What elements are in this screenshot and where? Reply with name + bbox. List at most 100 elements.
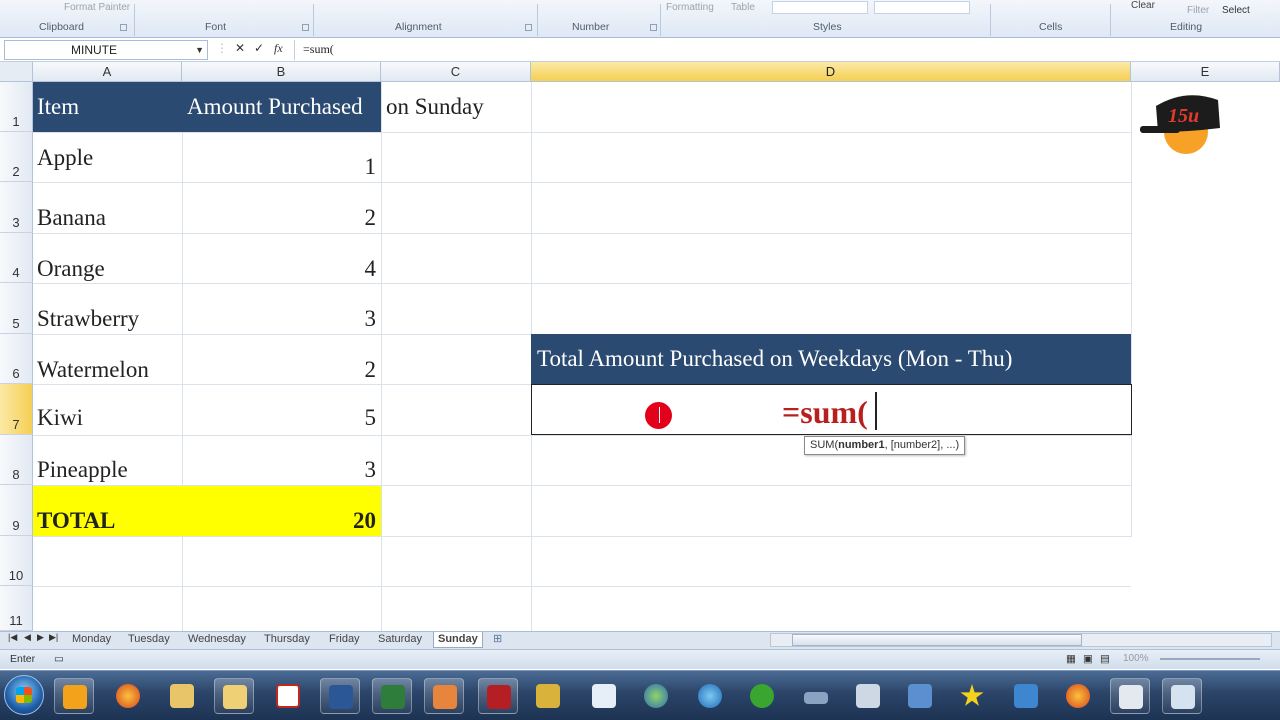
taskbar-folder-icon[interactable] <box>162 678 202 714</box>
sheet-tab-friday[interactable]: Friday <box>325 632 364 648</box>
row-header-7[interactable]: 7 <box>0 384 33 435</box>
column-header-a[interactable]: A <box>33 62 182 82</box>
item-amount-cell[interactable]: 5 <box>186 405 377 431</box>
clear-button[interactable]: Clear <box>1131 0 1155 11</box>
first-sheet-icon[interactable]: |◀ <box>8 632 17 643</box>
page-layout-icon[interactable]: ▣ <box>1083 653 1093 665</box>
taskbar-word-icon[interactable] <box>320 678 360 714</box>
item-name-cell[interactable]: Pineapple <box>37 457 128 483</box>
row-header-4[interactable]: 4 <box>0 233 33 283</box>
column-header-e[interactable]: E <box>1131 62 1280 82</box>
taskbar-network-icon[interactable] <box>636 678 676 714</box>
row-header-9[interactable]: 9 <box>0 485 33 536</box>
item-amount-cell[interactable]: 3 <box>186 306 377 332</box>
insert-sheet-icon[interactable]: ⊞ <box>493 632 502 645</box>
taskbar-lock-icon[interactable] <box>528 678 568 714</box>
taskbar-media-icon[interactable] <box>424 678 464 714</box>
conditional-formatting-button[interactable]: Formatting <box>666 2 714 13</box>
zoom-slider[interactable] <box>1160 658 1260 660</box>
taskbar-computer-icon[interactable] <box>900 678 940 714</box>
row-header-1[interactable]: 1 <box>0 82 33 132</box>
normal-view-icon[interactable]: ▦ <box>1066 653 1076 665</box>
page-break-icon[interactable]: ▤ <box>1100 653 1110 665</box>
name-box[interactable]: MINUTE ▼ <box>4 40 208 60</box>
row-header-10[interactable]: 10 <box>0 536 33 586</box>
sheet-tab-saturday[interactable]: Saturday <box>374 632 426 648</box>
function-tooltip[interactable]: SUM(number1, [number2], ...) <box>804 436 966 455</box>
item-amount-cell[interactable]: 3 <box>186 457 377 483</box>
insert-function-icon[interactable]: fx <box>274 41 283 56</box>
next-sheet-icon[interactable]: ▶ <box>37 632 44 643</box>
taskbar-firefox-icon[interactable] <box>108 678 148 714</box>
row-header-6[interactable]: 6 <box>0 334 33 384</box>
header-item-cell[interactable]: Item <box>37 94 79 120</box>
formula-input[interactable]: =sum( <box>294 40 1276 60</box>
format-as-table-button[interactable]: Table <box>731 2 755 13</box>
total-value-cell[interactable]: 20 <box>186 508 376 534</box>
taskbar-star-icon[interactable] <box>952 678 992 714</box>
font-launcher-icon[interactable] <box>302 24 309 31</box>
total-label-cell[interactable]: TOTAL <box>37 508 115 534</box>
last-sheet-icon[interactable]: ▶| <box>49 632 58 643</box>
column-header-b[interactable]: B <box>182 62 381 82</box>
item-amount-cell[interactable]: 4 <box>186 256 377 282</box>
zoom-level[interactable]: 100% <box>1123 653 1149 664</box>
cell-style-gallery-1[interactable] <box>772 1 868 14</box>
row-header-5[interactable]: 5 <box>0 283 33 334</box>
item-name-cell[interactable]: Banana <box>37 205 106 231</box>
row-header-11[interactable]: 11 <box>0 586 33 631</box>
sheet-tab-sunday[interactable]: Sunday <box>433 632 483 648</box>
taskbar-recycle-icon[interactable] <box>848 678 888 714</box>
taskbar-window-icon[interactable] <box>1110 678 1150 714</box>
item-name-cell[interactable]: Apple <box>37 145 93 171</box>
horizontal-scroll-thumb[interactable] <box>792 634 1082 646</box>
item-name-cell[interactable]: Orange <box>37 256 105 282</box>
taskbar-drive-icon[interactable] <box>796 678 836 714</box>
cell-c1[interactable]: on Sunday <box>386 94 484 120</box>
header-amount-cell[interactable]: Amount Purchased <box>187 94 363 120</box>
cancel-icon[interactable]: ✕ <box>235 41 245 55</box>
row-header-8[interactable]: 8 <box>0 435 33 485</box>
taskbar-firefox2-icon[interactable] <box>1058 678 1098 714</box>
taskbar-outlook-icon[interactable] <box>54 678 94 714</box>
taskbar-monitor-icon[interactable] <box>1006 678 1046 714</box>
item-name-cell[interactable]: Watermelon <box>37 357 149 383</box>
item-amount-cell[interactable]: 2 <box>186 205 377 231</box>
sheet-tab-wednesday[interactable]: Wednesday <box>184 632 250 648</box>
item-name-cell[interactable]: Kiwi <box>37 405 83 431</box>
column-header-d[interactable]: D <box>531 62 1131 82</box>
macro-record-icon[interactable]: ▭ <box>54 653 64 665</box>
clipboard-launcher-icon[interactable] <box>120 24 127 31</box>
column-header-c[interactable]: C <box>381 62 531 82</box>
enter-icon[interactable]: ✓ <box>254 41 264 55</box>
format-painter-button[interactable]: Format Painter <box>64 2 130 13</box>
taskbar-remote2-icon[interactable] <box>1162 678 1202 714</box>
prev-sheet-icon[interactable]: ◀ <box>24 632 31 643</box>
sheet-tab-thursday[interactable]: Thursday <box>260 632 314 648</box>
item-amount-cell[interactable]: 2 <box>186 357 377 383</box>
item-name-cell[interactable]: Strawberry <box>37 306 139 332</box>
number-launcher-icon[interactable] <box>650 24 657 31</box>
start-button[interactable] <box>4 675 44 715</box>
taskbar-recorder-icon[interactable] <box>478 678 518 714</box>
row-header-2[interactable]: 2 <box>0 132 33 182</box>
taskbar-excel-icon[interactable] <box>372 678 412 714</box>
taskbar-ie-icon[interactable] <box>690 678 730 714</box>
cell-style-gallery-2[interactable] <box>874 1 970 14</box>
select-all-corner[interactable] <box>0 62 33 82</box>
alignment-launcher-icon[interactable] <box>525 24 532 31</box>
taskbar-play-icon[interactable] <box>742 678 782 714</box>
chevron-down-icon[interactable]: ▼ <box>195 41 204 59</box>
sort-filter-button[interactable]: Filter <box>1187 5 1209 16</box>
summary-header-cell[interactable]: Total Amount Purchased on Weekdays (Mon … <box>537 346 1012 372</box>
group-font: Font <box>205 21 227 33</box>
taskbar-acrobat-icon[interactable] <box>268 678 308 714</box>
sheet-tab-monday[interactable]: Monday <box>68 632 115 648</box>
tooltip-arg1[interactable]: number1 <box>838 439 884 451</box>
item-amount-cell[interactable]: 1 <box>186 154 377 180</box>
sheet-tab-tuesday[interactable]: Tuesday <box>124 632 174 648</box>
find-select-button[interactable]: Select <box>1222 5 1250 16</box>
taskbar-explorer-icon[interactable] <box>214 678 254 714</box>
taskbar-remote-icon[interactable] <box>584 678 624 714</box>
row-header-3[interactable]: 3 <box>0 182 33 233</box>
